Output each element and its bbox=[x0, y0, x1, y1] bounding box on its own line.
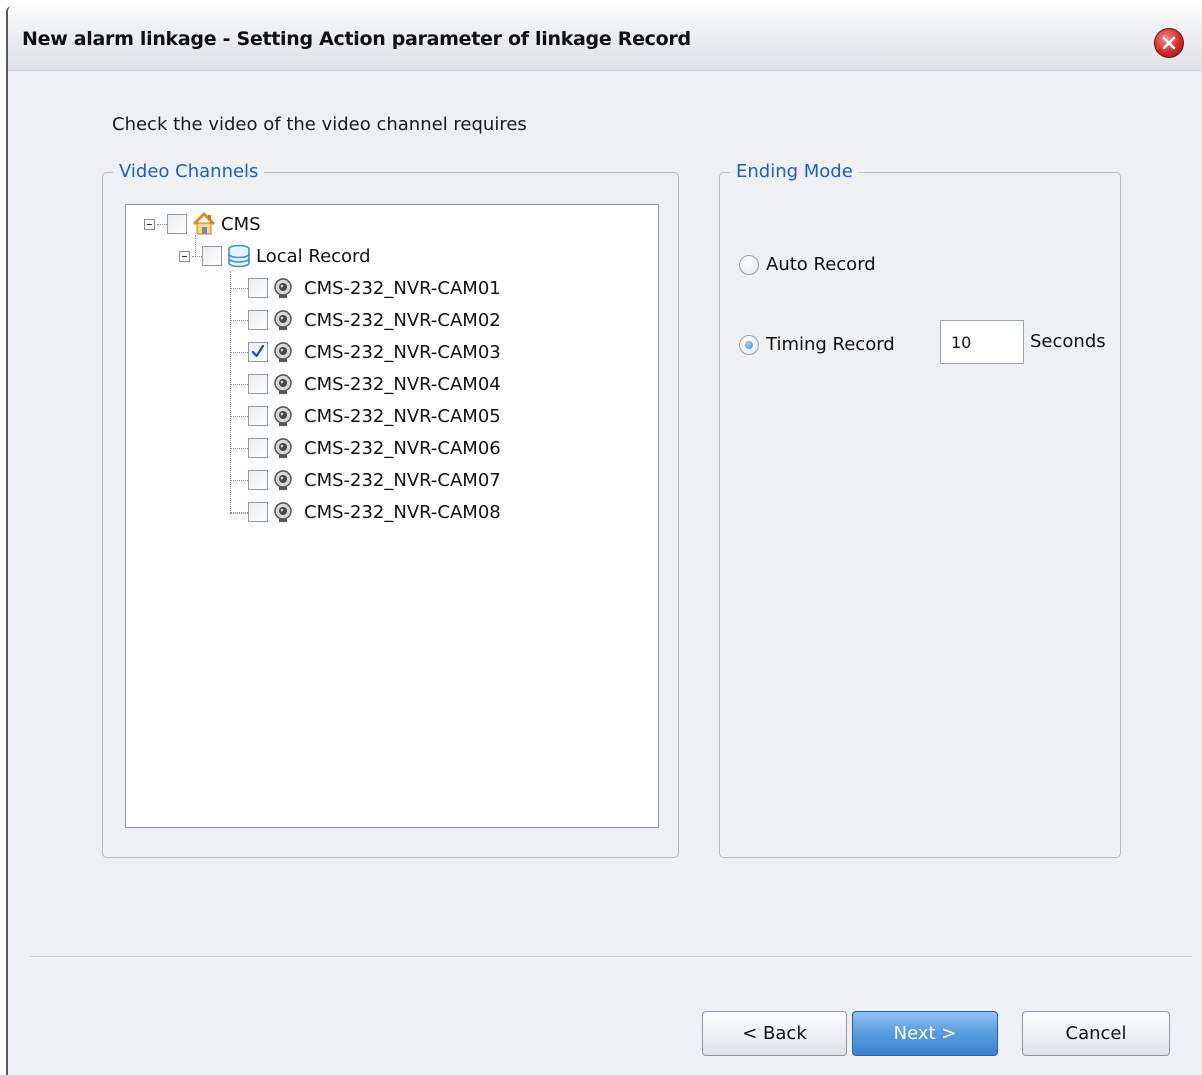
camera-label: CMS-232_NVR-CAM03 bbox=[304, 341, 501, 363]
next-button[interactable]: Next > bbox=[852, 1011, 998, 1056]
tree-node-label: Local Record bbox=[256, 245, 371, 267]
tree-node-camera[interactable]: CMS-232_NVR-CAM08 bbox=[230, 497, 501, 527]
camera-checkbox[interactable] bbox=[248, 342, 268, 362]
local-record-checkbox[interactable] bbox=[202, 246, 222, 266]
tree-node-camera[interactable]: CMS-232_NVR-CAM07 bbox=[230, 465, 501, 495]
camera-label: CMS-232_NVR-CAM07 bbox=[304, 469, 501, 491]
auto-record-option[interactable]: Auto Record bbox=[739, 254, 876, 275]
camera-icon bbox=[272, 277, 294, 299]
back-button[interactable]: < Back bbox=[702, 1011, 847, 1056]
tree-connector bbox=[230, 415, 248, 417]
tree-connector bbox=[157, 223, 167, 225]
camera-label: CMS-232_NVR-CAM06 bbox=[304, 437, 501, 459]
timing-record-option[interactable]: Timing Record bbox=[739, 334, 895, 355]
tree-node-label: CMS bbox=[221, 213, 261, 235]
camera-checkbox[interactable] bbox=[248, 278, 268, 298]
window-title: New alarm linkage - Setting Action param… bbox=[22, 28, 691, 50]
camera-label: CMS-232_NVR-CAM05 bbox=[304, 405, 501, 427]
camera-icon bbox=[272, 309, 294, 331]
camera-icon bbox=[272, 405, 294, 427]
camera-label: CMS-232_NVR-CAM01 bbox=[304, 277, 501, 299]
tree-node-cms[interactable]: CMS bbox=[144, 209, 261, 239]
camera-label: CMS-232_NVR-CAM08 bbox=[304, 501, 501, 523]
tree-connector bbox=[230, 319, 248, 321]
database-icon bbox=[226, 243, 252, 269]
camera-label: CMS-232_NVR-CAM04 bbox=[304, 373, 501, 395]
tree-node-camera[interactable]: CMS-232_NVR-CAM05 bbox=[230, 401, 501, 431]
camera-checkbox[interactable] bbox=[248, 470, 268, 490]
tree-connector bbox=[230, 383, 248, 385]
instruction-text: Check the video of the video channel req… bbox=[112, 114, 527, 135]
tree-connector bbox=[230, 447, 248, 449]
camera-icon bbox=[272, 341, 294, 363]
camera-icon bbox=[272, 469, 294, 491]
tree-connector bbox=[230, 287, 248, 289]
tree-connector bbox=[230, 351, 248, 353]
cms-checkbox[interactable] bbox=[167, 214, 187, 234]
tree-node-camera[interactable]: CMS-232_NVR-CAM06 bbox=[230, 433, 501, 463]
tree-node-camera[interactable]: CMS-232_NVR-CAM03 bbox=[230, 337, 501, 367]
camera-checkbox[interactable] bbox=[248, 406, 268, 426]
tree-connector bbox=[230, 479, 248, 481]
collapse-icon[interactable] bbox=[144, 218, 155, 230]
auto-record-label: Auto Record bbox=[766, 254, 876, 275]
video-channels-group: Video Channels CMS Local Record CMS-232_… bbox=[102, 161, 679, 858]
tree-node-camera[interactable]: CMS-232_NVR-CAM01 bbox=[230, 273, 501, 303]
home-icon bbox=[191, 211, 217, 237]
camera-icon bbox=[272, 373, 294, 395]
camera-icon bbox=[272, 501, 294, 523]
tree-node-camera[interactable]: CMS-232_NVR-CAM04 bbox=[230, 369, 501, 399]
camera-checkbox[interactable] bbox=[248, 438, 268, 458]
auto-record-radio[interactable] bbox=[739, 254, 759, 275]
close-button[interactable] bbox=[1154, 28, 1184, 58]
tree-connector bbox=[192, 255, 202, 257]
seconds-unit-label: Seconds bbox=[1030, 331, 1106, 352]
ending-mode-legend: Ending Mode bbox=[730, 161, 859, 182]
camera-icon bbox=[272, 437, 294, 459]
camera-checkbox[interactable] bbox=[248, 502, 268, 522]
timing-record-radio[interactable] bbox=[739, 334, 759, 355]
seconds-input[interactable] bbox=[940, 320, 1024, 364]
channel-tree[interactable]: CMS Local Record CMS-232_NVR-CAM01 CMS-23… bbox=[125, 204, 659, 828]
title-bar[interactable]: New alarm linkage - Setting Action param… bbox=[8, 6, 1202, 71]
camera-checkbox[interactable] bbox=[248, 374, 268, 394]
camera-checkbox[interactable] bbox=[248, 310, 268, 330]
collapse-icon[interactable] bbox=[179, 250, 190, 262]
cancel-button[interactable]: Cancel bbox=[1022, 1011, 1170, 1056]
footer-divider bbox=[30, 956, 1192, 958]
tree-node-camera[interactable]: CMS-232_NVR-CAM02 bbox=[230, 305, 501, 335]
timing-record-label: Timing Record bbox=[766, 334, 895, 355]
video-channels-legend: Video Channels bbox=[113, 161, 265, 182]
camera-label: CMS-232_NVR-CAM02 bbox=[304, 309, 501, 331]
tree-node-local-record[interactable]: Local Record bbox=[179, 241, 371, 271]
tree-connector bbox=[230, 511, 248, 513]
